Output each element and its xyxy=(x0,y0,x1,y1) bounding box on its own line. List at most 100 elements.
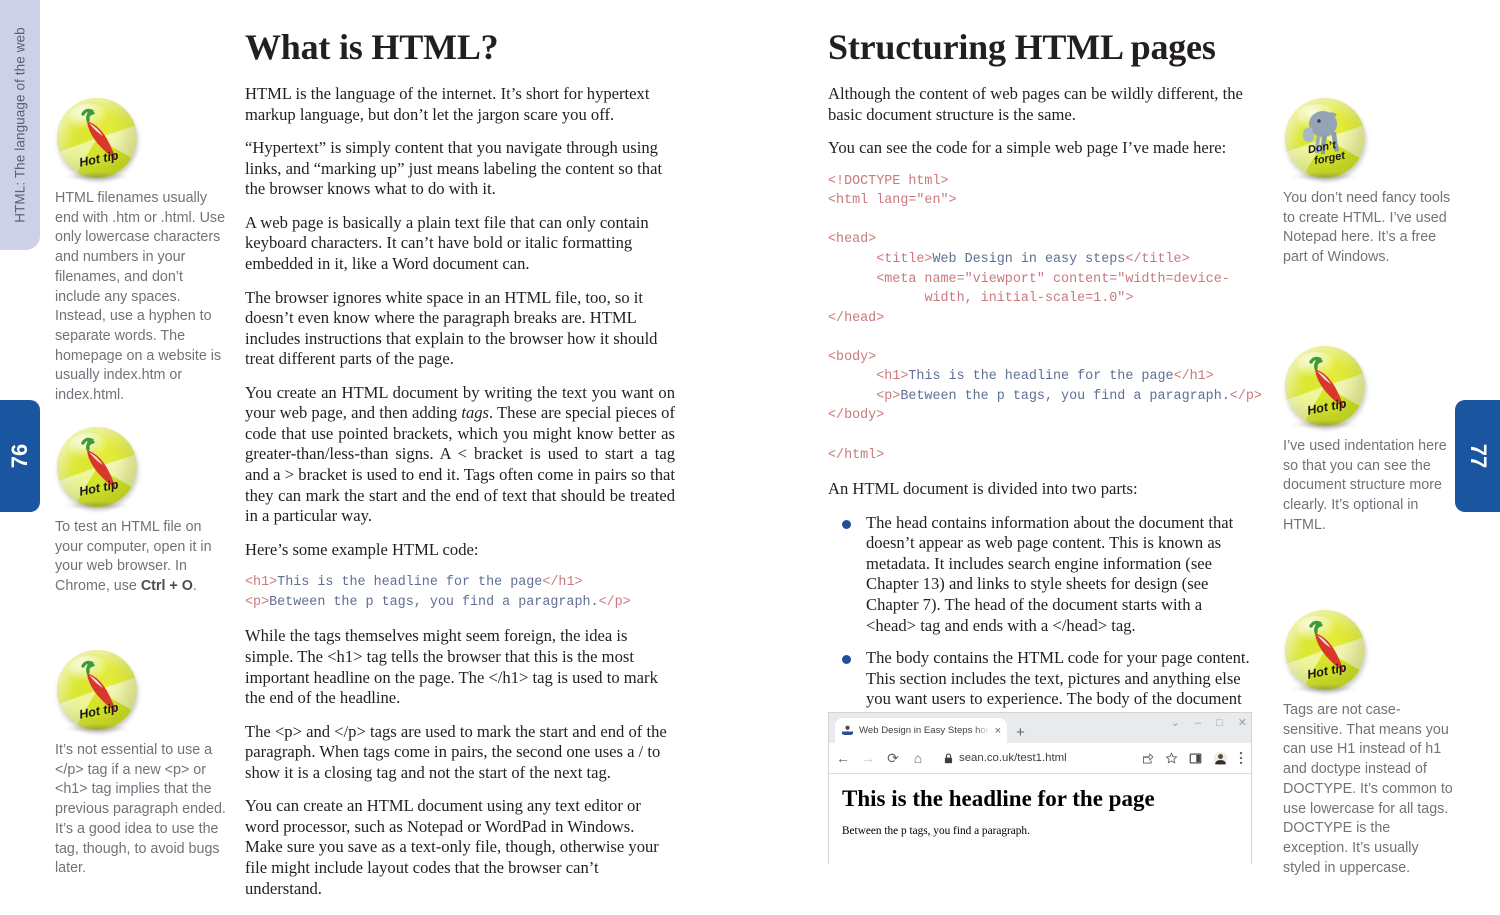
browser-window-screenshot: Web Design in Easy Steps homep × + ⌄ – □… xyxy=(828,712,1252,864)
rendered-headline: This is the headline for the page xyxy=(842,786,1155,811)
code-text: Between the p tags, you find a paragraph… xyxy=(900,388,1230,404)
code-text: This is the headline for the page xyxy=(908,369,1174,385)
paragraph: The <p> and </p> tags are used to mark t… xyxy=(245,721,667,782)
code-tag: <head> xyxy=(828,232,877,248)
paragraph: A web page is basically a plain text fil… xyxy=(245,212,649,273)
new-tab-button[interactable]: + xyxy=(1016,725,1025,740)
code-tag: </h1> xyxy=(1173,369,1214,385)
page-number-left: 76 xyxy=(7,443,32,469)
code-tag: <!DOCTYPE html> xyxy=(828,173,949,189)
paragraph: While the tags themselves might seem for… xyxy=(245,626,658,708)
code-tag: <title> xyxy=(876,251,933,267)
chevron-down-icon[interactable]: ⌄ xyxy=(1171,716,1180,729)
side-panel-icon[interactable] xyxy=(1189,752,1202,765)
code-tag: <p> xyxy=(876,388,901,404)
tip-indentation: Hot tip I’ve used indentation here so th… xyxy=(1283,344,1458,536)
close-icon[interactable]: × xyxy=(995,725,1001,737)
code-tag: <h1> xyxy=(245,575,278,591)
code-intro: Here’s some example HTML code: xyxy=(245,539,479,559)
paragraph: You can create an HTML document using an… xyxy=(245,796,659,898)
dont-forget-icon: Don’t forget xyxy=(1283,96,1371,184)
browser-tab[interactable]: Web Design in Easy Steps homep × xyxy=(835,718,1007,743)
tip-text: I’ve used indentation here so that you c… xyxy=(1283,438,1451,533)
code-tag: </p> xyxy=(1229,388,1262,404)
paragraph: HTML is the language of the internet. It… xyxy=(245,84,650,124)
tip-closing-tag: Hot tip It’s not essential to use a </p>… xyxy=(55,648,230,879)
right-page-content: Structuring HTML pages Although the cont… xyxy=(828,26,1262,817)
code-text: Between the p tags, you find a paragraph… xyxy=(269,594,599,610)
tip-text: You don’t need fancy tools to create HTM… xyxy=(1283,190,1455,266)
paragraph: “Hypertext” is simply content that you n… xyxy=(245,138,663,199)
back-icon[interactable]: ← xyxy=(835,751,851,765)
browser-tab-bar: Web Design in Easy Steps homep × + ⌄ – □… xyxy=(829,713,1251,743)
document-parts-list: The head contains information about the … xyxy=(828,513,1256,731)
tip-case-sensitivity: Hot tip Tags are not case-sensitive. Tha… xyxy=(1283,608,1458,878)
page-number-right: 77 xyxy=(1465,443,1491,469)
home-icon[interactable]: ⌂ xyxy=(910,751,926,765)
minimize-icon[interactable]: – xyxy=(1195,717,1201,729)
lock-icon xyxy=(944,752,953,763)
code-tag: width, initial-scale=1.0"> xyxy=(924,291,1134,307)
page-number-tab-right: 77 xyxy=(1455,400,1500,512)
paragraph-tags: You create an HTML document by writing t… xyxy=(245,383,675,527)
paragraph: Although the content of web pages can be… xyxy=(828,84,1243,124)
toolbar-actions xyxy=(1141,751,1245,766)
code-tag: <h1> xyxy=(876,369,909,385)
paragraph: You can see the code for a simple web pa… xyxy=(828,138,1227,158)
rendered-paragraph: Between the p tags, you find a paragraph… xyxy=(842,825,1030,837)
page-title-left: What is HTML? xyxy=(245,27,499,67)
maximize-icon[interactable]: □ xyxy=(1216,717,1223,729)
code-block-left: <h1>This is the headline for the page</h… xyxy=(245,573,675,612)
tip-no-fancy-tools: Don’t forget You don’t need fancy tools t… xyxy=(1283,96,1458,268)
tip-text: HTML filenames usually end with .htm or … xyxy=(55,190,230,404)
code-tag: <body> xyxy=(828,349,877,365)
url-text: sean.co.uk/test1.html xyxy=(959,752,1067,764)
reload-icon[interactable]: ⟳ xyxy=(885,751,901,765)
more-menu-icon[interactable] xyxy=(1239,751,1243,765)
left-page-content: What is HTML? HTML is the language of th… xyxy=(245,26,675,915)
share-icon[interactable] xyxy=(1141,752,1154,765)
running-head-tab: HTML: The language of the web xyxy=(0,0,40,250)
code-block-right: <!DOCTYPE html> <html lang="en"> <head> … xyxy=(828,172,1262,465)
paragraph: An HTML document is divided into two par… xyxy=(828,479,1138,499)
tip-html-filenames: Hot tip HTML filenames usually end with … xyxy=(55,96,230,406)
list-item: The head contains information about the … xyxy=(828,513,1256,636)
code-tag: </html> xyxy=(828,447,885,463)
code-text: Web Design in easy steps xyxy=(932,251,1126,267)
code-tag: </head> xyxy=(828,310,885,326)
code-tag: </h1> xyxy=(542,575,583,591)
site-favicon xyxy=(841,725,854,735)
tip-test-html-file: Hot tip To test an HTML file on your com… xyxy=(55,425,230,597)
browser-toolbar: ← → ⟳ ⌂ sean.co.uk/test1.html xyxy=(829,743,1251,774)
hot-tip-icon: Hot tip xyxy=(55,425,143,513)
book-spread: HTML: The language of the web 76 77 Hot … xyxy=(0,0,1500,915)
code-text: This is the headline for the page xyxy=(277,575,543,591)
code-tag: <meta name="viewport" content="width=dev… xyxy=(876,271,1230,287)
code-tag: <p> xyxy=(245,594,270,610)
address-bar[interactable]: sean.co.uk/test1.html xyxy=(935,748,1132,768)
code-tag: </title> xyxy=(1125,251,1190,267)
forward-icon[interactable]: → xyxy=(860,751,876,765)
tip-text-post: . xyxy=(192,578,197,595)
hot-tip-icon: Hot tip xyxy=(55,96,143,184)
code-tag: </p> xyxy=(598,594,631,610)
close-window-icon[interactable]: ✕ xyxy=(1238,716,1247,729)
avatar[interactable] xyxy=(1213,751,1228,766)
tip-text-bold: Ctrl + O xyxy=(140,578,193,595)
browser-tab-title: Web Design in Easy Steps homep xyxy=(859,725,990,736)
code-tag: <html lang="en"> xyxy=(828,193,957,209)
bookmark-star-icon[interactable] xyxy=(1165,751,1178,765)
hot-tip-icon: Hot tip xyxy=(55,648,143,736)
tip-text: To test an HTML file on your computer, o… xyxy=(55,518,230,597)
paragraph-emphasis: tags xyxy=(461,403,489,423)
page-number-tab-left: 76 xyxy=(0,400,40,512)
page-title-right: Structuring HTML pages xyxy=(828,27,1216,67)
tip-text: Tags are not case-sensitive. That means … xyxy=(1283,702,1457,876)
hot-tip-icon: Hot tip xyxy=(1283,344,1371,432)
hot-tip-icon: Hot tip xyxy=(1283,608,1371,696)
window-controls: ⌄ – □ ✕ xyxy=(1171,716,1247,730)
